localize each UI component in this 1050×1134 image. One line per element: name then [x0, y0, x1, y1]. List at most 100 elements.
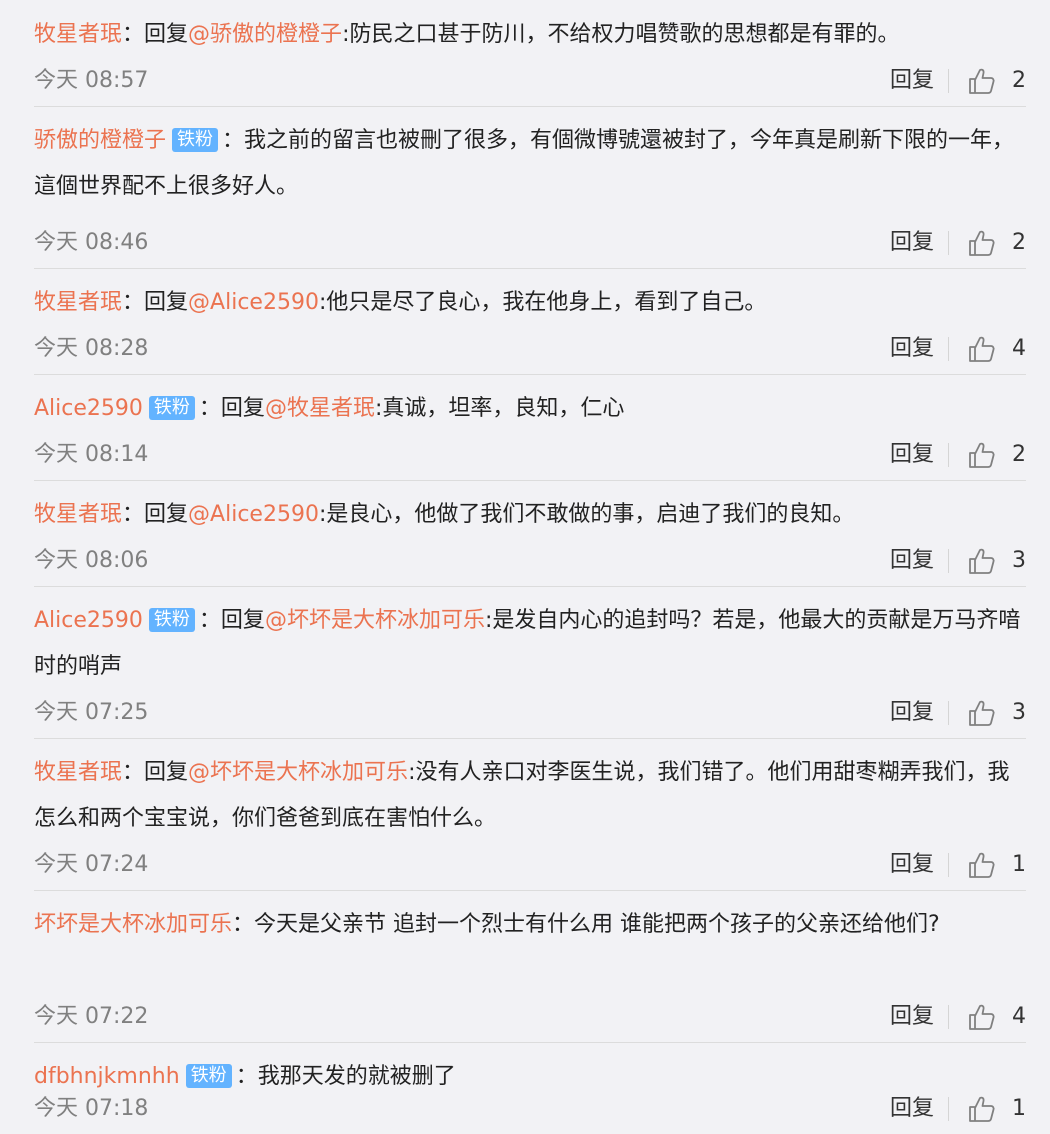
timestamp: 今天 07:25 — [34, 700, 149, 725]
reply-button[interactable]: 回复 — [890, 850, 934, 880]
divider — [948, 1005, 949, 1029]
comment-body: :真诚，坦率，良知，仁心 — [374, 396, 625, 421]
comment-body: 今天是父亲节 追封一个烈士有什么用 谁能把两个孩子的父亲还给他们? — [254, 912, 940, 937]
comment-text: Alice2590 铁粉 ：回复@牧星者珉:真诚，坦率，良知，仁心 — [34, 386, 1026, 432]
colon-separator: ： — [122, 760, 145, 785]
timestamp: 今天 08:28 — [34, 336, 149, 361]
like-button[interactable]: 3 — [966, 698, 1026, 728]
reply-button[interactable]: 回复 — [890, 228, 934, 258]
comment-username[interactable]: 坏坏是大杯冰加可乐 — [34, 912, 232, 937]
comment-username[interactable]: dfbhnjkmnhh — [34, 1064, 180, 1089]
reply-prefix: 回复 — [144, 290, 189, 315]
comment-meta: 今天 07:22 回复 4 — [34, 1002, 1026, 1032]
comment-text: 牧星者珉：回复@Alice2590:是良心，他做了我们不敢做的事，启迪了我们的良… — [34, 492, 1026, 538]
timestamp: 今天 08:06 — [34, 548, 149, 573]
comment-username[interactable]: Alice2590 — [34, 608, 143, 633]
comment-item: Alice2590 铁粉 ：回复@坏坏是大杯冰加可乐:是发自内心的追封吗？若是，他最… — [34, 586, 1026, 739]
divider — [948, 549, 949, 573]
reply-prefix: 回复 — [220, 608, 265, 633]
divider — [948, 337, 949, 361]
comment-item: 牧星者珉：回复@骄傲的橙橙子:防民之口甚于防川，不给权力唱赞歌的思想都是有罪的。… — [34, 0, 1026, 107]
reply-button[interactable]: 回复 — [890, 1002, 934, 1032]
mention-link[interactable]: @Alice2590 — [188, 502, 319, 527]
mention-link[interactable]: @坏坏是大杯冰加可乐 — [265, 608, 485, 633]
comment-item: Alice2590 铁粉 ：回复@牧星者珉:真诚，坦率，良知，仁心今天 08:14 回… — [34, 374, 1026, 481]
timestamp: 今天 08:14 — [34, 442, 149, 467]
comment-username[interactable]: 骄傲的橙橙子 — [34, 128, 166, 153]
comment-username[interactable]: 牧星者珉 — [34, 760, 122, 785]
comment-body: 我那天发的就被删了 — [257, 1064, 456, 1089]
like-button[interactable]: 4 — [966, 1002, 1026, 1032]
comment-meta: 今天 08:28 回复 4 — [34, 334, 1026, 364]
comment-text: 牧星者珉：回复@骄傲的橙橙子:防民之口甚于防川，不给权力唱赞歌的思想都是有罪的。 — [34, 12, 1026, 58]
comment-text: Alice2590 铁粉 ：回复@坏坏是大杯冰加可乐:是发自内心的追封吗？若是，他最… — [34, 598, 1026, 690]
mention-link[interactable]: @坏坏是大杯冰加可乐 — [188, 760, 408, 785]
comment-meta: 今天 08:57 回复 2 — [34, 66, 1026, 96]
timestamp: 今天 07:18 — [34, 1096, 149, 1121]
comment-item: 坏坏是大杯冰加可乐：今天是父亲节 追封一个烈士有什么用 谁能把两个孩子的父亲还给… — [34, 890, 1026, 1043]
timestamp: 今天 07:22 — [34, 1004, 149, 1029]
colon-separator: ： — [122, 502, 145, 527]
mention-link[interactable]: @牧星者珉 — [265, 396, 375, 421]
reply-button[interactable]: 回复 — [890, 1094, 934, 1124]
comment-body: :他只是尽了良心，我在他身上，看到了自己。 — [318, 290, 767, 315]
like-count: 1 — [1012, 1096, 1026, 1121]
fan-badge: 铁粉 — [172, 128, 219, 152]
divider — [948, 701, 949, 725]
like-button[interactable]: 4 — [966, 334, 1026, 364]
comment-meta: 今天 07:24 回复 1 — [34, 850, 1026, 880]
fan-badge: 铁粉 — [148, 396, 195, 420]
divider — [948, 443, 949, 467]
divider — [948, 231, 949, 255]
reply-button[interactable]: 回复 — [890, 334, 934, 364]
divider — [948, 1097, 949, 1121]
reply-button[interactable]: 回复 — [890, 698, 934, 728]
mention-link[interactable]: @骄傲的橙橙子 — [188, 22, 342, 47]
comment-list: 牧星者珉：回复@骄傲的橙橙子:防民之口甚于防川，不给权力唱赞歌的思想都是有罪的。… — [10, 0, 1050, 1134]
comment-text: 坏坏是大杯冰加可乐：今天是父亲节 追封一个烈士有什么用 谁能把两个孩子的父亲还给… — [34, 902, 1026, 948]
comment-body: :是良心，他做了我们不敢做的事，启迪了我们的良知。 — [318, 502, 855, 527]
reply-prefix: 回复 — [144, 502, 189, 527]
timestamp: 今天 07:24 — [34, 852, 149, 877]
reply-button[interactable]: 回复 — [890, 66, 934, 96]
like-count: 2 — [1012, 230, 1026, 255]
reply-prefix: 回复 — [144, 22, 189, 47]
colon-separator: ： — [198, 608, 221, 633]
timestamp: 今天 08:46 — [34, 230, 149, 255]
comment-username[interactable]: 牧星者珉 — [34, 22, 122, 47]
reply-prefix: 回复 — [220, 396, 265, 421]
comment-meta: 今天 07:25 回复 3 — [34, 698, 1026, 728]
like-count: 2 — [1012, 68, 1026, 93]
like-button[interactable]: 2 — [966, 228, 1026, 258]
comment-meta: 今天 08:46 回复 2 — [34, 228, 1026, 258]
comment-item: 牧星者珉：回复@坏坏是大杯冰加可乐:没有人亲口对李医生说，我们错了。他们用甜枣糊… — [34, 738, 1026, 891]
like-button[interactable]: 2 — [966, 440, 1026, 470]
mention-link[interactable]: @Alice2590 — [188, 290, 319, 315]
colon-separator: ： — [122, 290, 145, 315]
comment-username[interactable]: 牧星者珉 — [34, 502, 122, 527]
like-button[interactable]: 3 — [966, 546, 1026, 576]
comment-text: 牧星者珉：回复@坏坏是大杯冰加可乐:没有人亲口对李医生说，我们错了。他们用甜枣糊… — [34, 750, 1026, 842]
comment-item: 骄傲的橙橙子 铁粉 ：我之前的留言也被刪了很多，有個微博號還被封了，今年真是刷新下限… — [34, 106, 1026, 269]
like-count: 3 — [1012, 700, 1026, 725]
reply-prefix: 回复 — [144, 760, 189, 785]
comment-text: 骄傲的橙橙子 铁粉 ：我之前的留言也被刪了很多，有個微博號還被封了，今年真是刷新下限… — [34, 118, 1026, 210]
comment-meta: 今天 07:18 回复 1 — [34, 1094, 1026, 1124]
comment-username[interactable]: 牧星者珉 — [34, 290, 122, 315]
like-count: 2 — [1012, 442, 1026, 467]
reply-button[interactable]: 回复 — [890, 546, 934, 576]
comment-meta: 今天 08:06 回复 3 — [34, 546, 1026, 576]
like-button[interactable]: 1 — [966, 1094, 1026, 1124]
like-button[interactable]: 2 — [966, 66, 1026, 96]
colon-separator: ： — [235, 1064, 258, 1089]
divider — [948, 853, 949, 877]
colon-separator: ： — [232, 912, 255, 937]
like-button[interactable]: 1 — [966, 850, 1026, 880]
like-count: 3 — [1012, 548, 1026, 573]
comment-item: 牧星者珉：回复@Alice2590:他只是尽了良心，我在他身上，看到了自己。 今天… — [34, 268, 1026, 375]
comment-username[interactable]: Alice2590 — [34, 396, 143, 421]
like-count: 1 — [1012, 852, 1026, 877]
reply-button[interactable]: 回复 — [890, 440, 934, 470]
comment-meta: 今天 08:14 回复 2 — [34, 440, 1026, 470]
like-count: 4 — [1012, 336, 1026, 361]
